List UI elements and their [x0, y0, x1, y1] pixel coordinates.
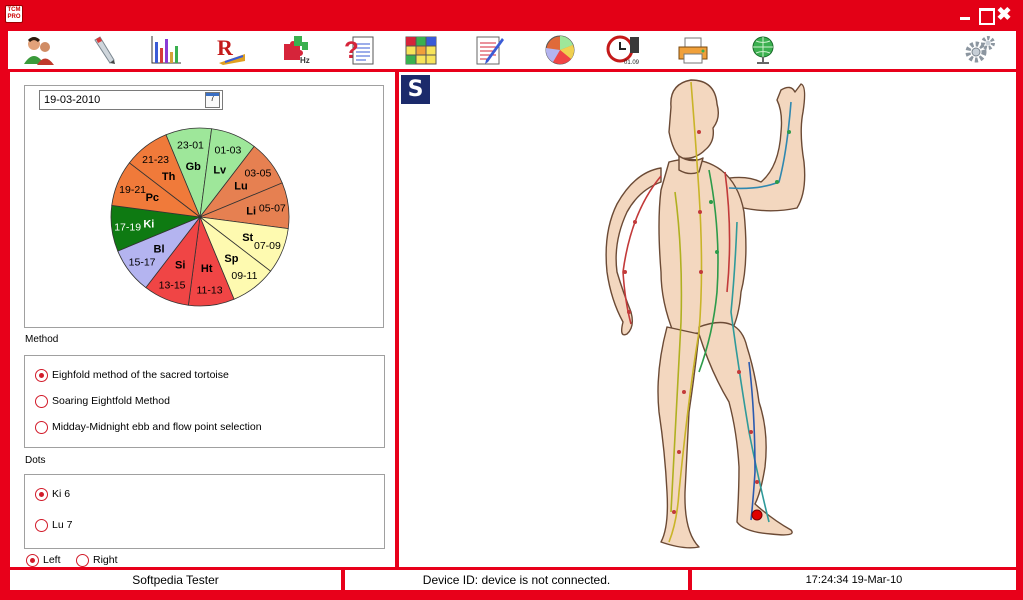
pie-time-label-th: 21-23 — [142, 154, 169, 166]
dots-option-1-label: Lu 7 — [52, 519, 73, 531]
hz-label: Hz — [300, 56, 310, 65]
pie-time-label-gb: 23-01 — [177, 140, 204, 152]
side-option-right[interactable]: Right — [76, 552, 118, 568]
pie-organ-label-st: St — [242, 232, 253, 244]
calendar-icon[interactable]: 7 — [205, 92, 220, 108]
pie-organ-label-si: Si — [175, 260, 185, 272]
dots-option-0-radio[interactable] — [35, 487, 48, 501]
method-group: Eighfold method of the sacred tortoise S… — [24, 355, 385, 448]
pie-time-label-ht: 11-13 — [196, 284, 222, 296]
svg-text:?: ? — [344, 37, 359, 64]
side-option-left[interactable]: Left — [26, 552, 61, 568]
pie-organ-label-ki: Ki — [143, 219, 154, 231]
status-datetime: 17:24:34 19-Mar-10 — [692, 570, 1016, 590]
pie-organ-label-gb: Gb — [186, 161, 202, 173]
meridian-body-figure[interactable] — [399, 72, 1016, 567]
pie-time-label-si: 13-15 — [159, 279, 186, 291]
toolbar: R Hz ? 01.09 — [8, 31, 1016, 69]
body-viewer-panel: S — [399, 72, 1016, 567]
minimize-button[interactable] — [957, 6, 973, 22]
prescription-icon[interactable]: R — [213, 34, 247, 66]
title-bar: TCM PRO ✖ — [0, 0, 1023, 30]
clock-icon[interactable]: 01.09 — [606, 34, 640, 66]
bar-chart-icon[interactable] — [149, 34, 183, 66]
organ-clock-pie-chart: Gb 23-01 Lv 01-03 Lu03-05 Li 05-07 St07-09 Sp 09-… — [110, 127, 290, 307]
pie-time-label-pc: 19-21 — [119, 184, 146, 196]
clock-label: 01.09 — [624, 60, 640, 66]
dots-option-0-label: Ki 6 — [52, 488, 71, 500]
method-label: Method — [25, 334, 59, 345]
pie-organ-label-ht: Ht — [201, 263, 213, 275]
status-device: Device ID: device is not connected. — [345, 570, 688, 590]
pie-time-label-bl: 15-17 — [129, 256, 156, 268]
pie-time-label-lv: 01-03 — [214, 145, 241, 157]
method-option-0[interactable]: Eighfold method of the sacred tortoise — [35, 367, 229, 383]
method-option-2[interactable]: Midday-Midnight ebb and flow point selec… — [35, 419, 262, 435]
app-logo-icon: TCM PRO — [5, 5, 23, 23]
pie-chart-icon[interactable] — [543, 34, 577, 66]
close-button[interactable]: ✖ — [996, 5, 1012, 23]
pie-organ-label-sp: Sp — [224, 253, 238, 265]
method-option-1[interactable]: Soaring Eightfold Method — [35, 393, 170, 409]
pie-organ-label-pc: Pc — [146, 192, 159, 204]
status-date: 19-Mar-10 — [851, 574, 903, 586]
pie-organ-label-li: Li — [246, 205, 256, 217]
selected-acupoint-marker[interactable] — [751, 509, 763, 521]
grid-table-icon[interactable] — [404, 34, 438, 66]
method-option-2-radio[interactable] — [35, 420, 48, 434]
pie-organ-label-lu: Lu — [234, 181, 247, 193]
globe-icon[interactable] — [746, 34, 780, 66]
pie-time-label-lu: 03-05 — [244, 168, 271, 180]
help-document-icon[interactable]: ? — [342, 34, 376, 66]
method-option-1-label: Soaring Eightfold Method — [52, 395, 170, 407]
date-value: 19-03-2010 — [44, 94, 101, 106]
maximize-button[interactable] — [977, 6, 995, 25]
dots-option-1-radio[interactable] — [35, 518, 48, 532]
method-option-0-radio[interactable] — [35, 368, 48, 382]
puzzle-hz-icon[interactable]: Hz — [280, 34, 314, 66]
side-option-right-label: Right — [93, 554, 118, 566]
pie-time-label-st: 07-09 — [254, 240, 281, 252]
pen-device-icon[interactable] — [86, 34, 120, 66]
pie-time-label-sp: 09-11 — [231, 270, 257, 282]
pie-time-label-li: 05-07 — [259, 202, 286, 214]
settings-icon[interactable] — [963, 34, 997, 66]
side-option-left-radio[interactable] — [26, 553, 39, 567]
status-user: Softpedia Tester — [10, 570, 341, 590]
dots-option-0[interactable]: Ki 6 — [35, 486, 70, 502]
notes-icon[interactable] — [472, 34, 506, 66]
pie-organ-label-th: Th — [162, 171, 176, 183]
svg-text:R: R — [217, 35, 234, 60]
method-option-1-radio[interactable] — [35, 394, 48, 408]
method-option-2-label: Midday-Midnight ebb and flow point selec… — [52, 421, 262, 433]
printer-icon[interactable] — [676, 34, 710, 66]
date-picker[interactable]: 19-03-2010 7 — [39, 90, 223, 110]
pie-organ-label-bl: Bl — [154, 243, 165, 255]
pie-time-label-ki: 17-19 — [114, 222, 141, 234]
patients-icon[interactable] — [22, 34, 56, 66]
pie-organ-label-lv: Lv — [213, 164, 227, 176]
side-option-left-label: Left — [43, 554, 61, 566]
dots-label: Dots — [25, 455, 46, 466]
side-option-right-radio[interactable] — [76, 553, 89, 567]
left-panel: 19-03-2010 7 Gb 23-01 Lv 01-03 Lu 03-05 Li 05-0… — [10, 72, 395, 567]
dots-group: Ki 6 Lu 7 — [24, 474, 385, 549]
dots-option-1[interactable]: Lu 7 — [35, 517, 72, 533]
status-time: 17:24:34 — [805, 574, 849, 586]
organ-clock-box: 19-03-2010 7 Gb 23-01 Lv 01-03 Lu 03-05 Li 05-0… — [24, 85, 384, 328]
method-option-0-label: Eighfold method of the sacred tortoise — [52, 369, 229, 381]
